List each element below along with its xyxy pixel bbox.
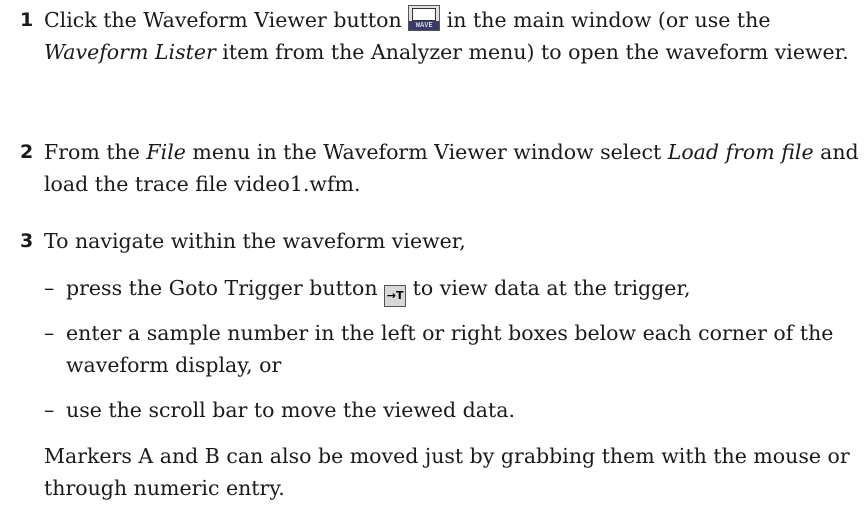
menu-item-name: Load from file bbox=[667, 140, 814, 164]
bullet-text-segment: to view data at the trigger, bbox=[412, 276, 691, 300]
bullet-text: enter a sample number in the left or rig… bbox=[66, 321, 834, 377]
bullet-text: press the Goto Trigger button →T to view… bbox=[66, 272, 860, 307]
step-2: 2 From the File menu in the Waveform Vie… bbox=[20, 136, 860, 200]
waveform-viewer-icon: WAVE bbox=[408, 5, 441, 31]
closing-paragraph: Markers A and B can also be moved just b… bbox=[44, 444, 850, 500]
bullet-item: – press the Goto Trigger button →T to vi… bbox=[44, 272, 860, 307]
step-text-segment: From the bbox=[44, 140, 147, 164]
step-text-segment: item from the Analyzer menu) to open the… bbox=[215, 40, 849, 64]
step-text: From the File menu in the Waveform Viewe… bbox=[44, 136, 860, 200]
step-text: To navigate within the waveform viewer, bbox=[44, 229, 466, 253]
waveform-icon-label: WAVE bbox=[409, 21, 440, 30]
step-3: 3 To navigate within the waveform viewer… bbox=[20, 225, 860, 257]
step-text-segment: Click the Waveform Viewer button bbox=[44, 8, 409, 32]
menu-name: File bbox=[146, 140, 186, 164]
bullet-dash: – bbox=[44, 276, 55, 300]
step-number: 1 bbox=[20, 9, 34, 31]
step-1: 1 Click the Waveform Viewer button WAVE … bbox=[20, 4, 860, 68]
bullet-text: use the scroll bar to move the viewed da… bbox=[66, 398, 515, 422]
document-page: 1 Click the Waveform Viewer button WAVE … bbox=[0, 0, 866, 527]
step-text-segment: in the main window (or use the bbox=[446, 8, 771, 32]
step-number: 2 bbox=[20, 141, 34, 163]
step-number: 3 bbox=[20, 230, 34, 252]
goto-trigger-icon: →T bbox=[384, 285, 407, 307]
bullet-dash: – bbox=[44, 398, 55, 422]
step-text-segment: menu in the Waveform Viewer window selec… bbox=[185, 140, 668, 164]
bullet-item: – enter a sample number in the left or r… bbox=[44, 317, 860, 381]
step-text: Click the Waveform Viewer button WAVE in… bbox=[44, 4, 860, 68]
bullet-dash: – bbox=[44, 321, 55, 345]
menu-item-name: Waveform Lister bbox=[44, 40, 216, 64]
bullet-text-segment: press the Goto Trigger button bbox=[66, 276, 385, 300]
waveform-screen bbox=[412, 8, 437, 30]
bullet-item: – use the scroll bar to move the viewed … bbox=[44, 394, 860, 426]
